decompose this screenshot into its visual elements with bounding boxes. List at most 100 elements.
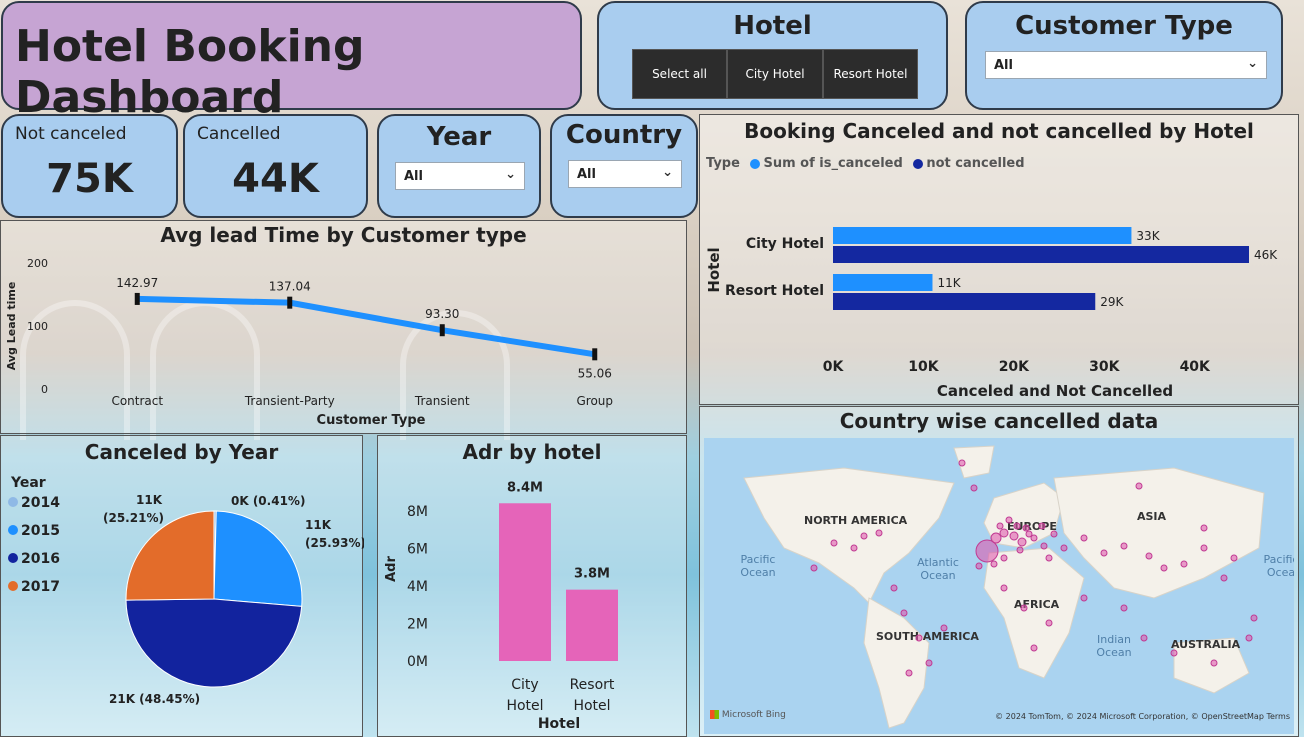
data-point bbox=[134, 292, 140, 305]
customer-type-slicer: Customer Type All ⌄ bbox=[965, 1, 1283, 110]
canceled-by-year-chart: Year20142015201620170K (0.41%)11K(25.93%… bbox=[8, 475, 364, 706]
hotel-option-resort-hotel[interactable]: Resort Hotel bbox=[823, 49, 918, 99]
map-bubble bbox=[1050, 530, 1058, 538]
customer-type-slicer-title: Customer Type bbox=[1015, 11, 1233, 41]
chevron-down-icon: ⌄ bbox=[662, 165, 673, 180]
bing-logo: Microsoft Bing bbox=[710, 710, 786, 720]
map-bubble bbox=[915, 634, 923, 642]
map-bubble bbox=[999, 528, 1009, 538]
legend-item: 2017 bbox=[21, 579, 60, 595]
year-value: All bbox=[404, 169, 423, 184]
world-map[interactable]: NORTH AMERICA EUROPE ASIA AFRICA SOUTH A… bbox=[704, 438, 1294, 734]
map-bubble bbox=[1060, 544, 1068, 552]
y-tick-label: Resort Hotel bbox=[725, 283, 824, 299]
map-bubble bbox=[1220, 574, 1228, 582]
x-tick-label: Hotel bbox=[506, 698, 543, 714]
x-tick-label: 30K bbox=[1089, 359, 1120, 375]
year-slicer-title: Year bbox=[426, 122, 492, 152]
map-bubble bbox=[1000, 554, 1008, 562]
adr-by-hotel-panel: Adr by hotel 0M 2M 4M 6M 8M Adr 8.4M City Hotel 3… bbox=[377, 435, 687, 737]
legend-title: Year bbox=[10, 475, 46, 491]
country-value: All bbox=[577, 167, 596, 182]
y-axis-label: Hotel bbox=[705, 247, 723, 292]
kpi-not-canceled: Not canceled 75K bbox=[1, 114, 178, 218]
map-bubble bbox=[925, 659, 933, 667]
y-tick-label: 8M bbox=[407, 504, 428, 520]
data-label: 55.06 bbox=[578, 366, 612, 380]
country-map-panel: Country wise cancelled data NORTH AMERIC… bbox=[699, 406, 1299, 737]
y-tick-label: 2M bbox=[407, 616, 428, 632]
lead-time-chart-panel: Avg lead Time by Customer type 0 100 200 Av… bbox=[0, 220, 687, 434]
year-dropdown[interactable]: All ⌄ bbox=[395, 162, 525, 190]
bar bbox=[833, 246, 1249, 263]
map-bubble bbox=[1030, 534, 1038, 542]
map-bubble bbox=[1030, 644, 1038, 652]
data-point bbox=[439, 324, 445, 337]
hotel-option-city-hotel[interactable]: City Hotel bbox=[727, 49, 823, 99]
data-point bbox=[592, 348, 598, 361]
x-tick-label: Hotel bbox=[573, 698, 610, 714]
data-label: 46K bbox=[1254, 248, 1278, 262]
y-tick-label: 100 bbox=[27, 320, 48, 333]
bar bbox=[833, 227, 1132, 244]
map-bubble bbox=[890, 584, 898, 592]
year-slicer: Year All ⌄ bbox=[377, 114, 541, 218]
data-label: 33K bbox=[1136, 229, 1160, 243]
hotel-slicer-title: Hotel bbox=[733, 11, 812, 41]
map-bubble bbox=[1135, 482, 1143, 490]
x-tick-label: 40K bbox=[1180, 359, 1211, 375]
kpi-not-canceled-label: Not canceled bbox=[15, 124, 127, 144]
pie-slice bbox=[213, 510, 303, 607]
map-bubbles bbox=[810, 459, 1258, 677]
x-tick-label: Group bbox=[576, 394, 613, 408]
bar bbox=[499, 503, 551, 661]
y-tick-label: 0M bbox=[407, 654, 428, 670]
map-bubble bbox=[958, 459, 966, 467]
pie-slice bbox=[125, 598, 303, 688]
map-bubble bbox=[810, 564, 818, 572]
map-bubble bbox=[1020, 604, 1028, 612]
data-label: 8.4M bbox=[507, 480, 543, 495]
country-dropdown[interactable]: All ⌄ bbox=[568, 160, 682, 188]
customer-type-dropdown[interactable]: All ⌄ bbox=[985, 51, 1267, 79]
kpi-cancelled-label: Cancelled bbox=[197, 124, 281, 144]
map-bubble bbox=[1045, 554, 1053, 562]
map-bubble bbox=[850, 544, 858, 552]
map-bubble bbox=[996, 522, 1004, 530]
map-bubble bbox=[1016, 546, 1024, 554]
legend-swatch bbox=[8, 581, 18, 591]
data-label: 11K bbox=[136, 493, 163, 507]
hotel-option-select-all[interactable]: Select all bbox=[632, 49, 727, 99]
map-bubble bbox=[900, 609, 908, 617]
x-tick-label: Resort bbox=[570, 677, 615, 693]
kpi-cancelled-value: 44K bbox=[232, 156, 319, 202]
hotel-slicer: Hotel Select all City Hotel Resort Hotel bbox=[597, 1, 948, 110]
map-bubble bbox=[1200, 544, 1208, 552]
series-line bbox=[137, 295, 596, 358]
x-tick-label: 20K bbox=[999, 359, 1030, 375]
map-bubble bbox=[1145, 552, 1153, 560]
map-bubble bbox=[1180, 560, 1188, 568]
map-bubble bbox=[1230, 554, 1238, 562]
x-axis-label: Canceled and Not Cancelled bbox=[937, 382, 1173, 400]
y-tick-label: 4M bbox=[407, 579, 428, 595]
y-tick-label: 0 bbox=[41, 383, 48, 396]
map-bubble bbox=[1200, 524, 1208, 532]
map-bubble bbox=[875, 529, 883, 537]
y-axis-label: Avg Lead time bbox=[5, 282, 18, 371]
map-bubble bbox=[1013, 522, 1021, 530]
map-bubble bbox=[990, 532, 1002, 544]
map-bubble bbox=[1022, 524, 1030, 532]
map-attribution[interactable]: © 2024 TomTom, © 2024 Microsoft Corporat… bbox=[995, 712, 1290, 721]
y-tick-label: 200 bbox=[27, 257, 48, 270]
legend-item: 2016 bbox=[21, 551, 60, 567]
map-bubble bbox=[970, 484, 978, 492]
x-tick-label: City bbox=[511, 677, 538, 693]
data-label: 3.8M bbox=[574, 567, 610, 582]
map-bubble bbox=[1080, 534, 1088, 542]
map-bubble bbox=[1170, 649, 1178, 657]
map-bubble bbox=[1017, 537, 1027, 547]
x-tick-label: Transient bbox=[414, 394, 470, 408]
map-bubble bbox=[1000, 584, 1008, 592]
dashboard-title-card: Hotel Booking Dashboard bbox=[1, 1, 582, 123]
